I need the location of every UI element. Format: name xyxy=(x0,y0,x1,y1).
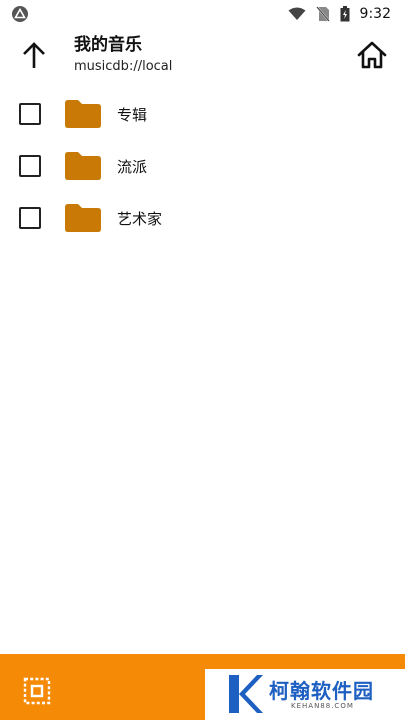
battery-icon xyxy=(340,6,350,22)
checkbox[interactable] xyxy=(19,155,41,177)
list-item-genres[interactable]: 流派 xyxy=(0,140,405,192)
item-label: 专辑 xyxy=(117,105,148,124)
watermark-title: 柯翰软件园 xyxy=(269,679,374,703)
status-bar: 9:32 xyxy=(0,0,405,28)
folder-icon xyxy=(65,100,101,128)
file-list: 专辑 流派 艺术家 xyxy=(0,88,405,244)
watermark-subtitle: KEHAN88.COM xyxy=(291,702,354,710)
watermark: 柯翰软件园 KEHAN88.COM xyxy=(205,669,405,720)
kehan-logo-icon xyxy=(229,675,263,713)
page-title: 我的音乐 xyxy=(74,35,142,55)
list-item-albums[interactable]: 专辑 xyxy=(0,88,405,140)
app-logo-icon xyxy=(12,6,28,22)
header: 我的音乐 musicdb://local xyxy=(0,28,405,86)
page-path: musicdb://local xyxy=(74,59,173,74)
no-sim-icon xyxy=(315,6,330,22)
up-button[interactable] xyxy=(16,38,52,74)
home-icon xyxy=(357,41,387,69)
item-label: 流派 xyxy=(117,157,148,176)
wifi-icon xyxy=(288,7,306,20)
home-button[interactable] xyxy=(355,38,389,72)
folder-icon xyxy=(65,152,101,180)
arrow-up-icon xyxy=(23,42,45,68)
folder-icon xyxy=(65,204,101,232)
title-block: 我的音乐 musicdb://local xyxy=(74,34,172,76)
checkbox[interactable] xyxy=(19,103,41,125)
clock: 9:32 xyxy=(359,6,391,22)
select-all-icon xyxy=(23,677,51,705)
list-item-artists[interactable]: 艺术家 xyxy=(0,192,405,244)
checkbox[interactable] xyxy=(19,207,41,229)
select-all-button[interactable] xyxy=(20,674,54,708)
item-label: 艺术家 xyxy=(117,209,163,228)
